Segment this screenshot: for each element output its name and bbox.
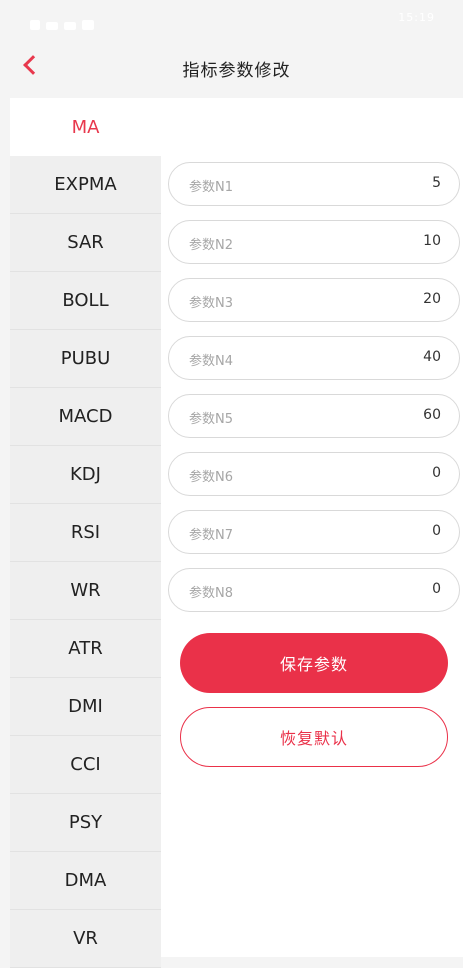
param-label: 参数N7 xyxy=(189,528,233,543)
param-n7-field[interactable]: 参数N7 0 xyxy=(168,510,460,554)
param-value[interactable]: 5 xyxy=(432,175,441,191)
param-value[interactable]: 20 xyxy=(423,291,441,307)
param-label: 参数N5 xyxy=(189,412,233,427)
sidebar-item-rsi[interactable]: RSI xyxy=(10,504,161,562)
header: 指标参数修改 xyxy=(10,38,463,98)
signal-icons xyxy=(30,11,120,30)
param-n4-field[interactable]: 参数N4 40 xyxy=(168,336,460,380)
sidebar-item-expma[interactable]: EXPMA xyxy=(10,156,161,214)
param-n5-field[interactable]: 参数N5 60 xyxy=(168,394,460,438)
save-params-button[interactable]: 保存参数 xyxy=(180,633,448,693)
sidebar-item-atr[interactable]: ATR xyxy=(10,620,161,678)
sidebar-item-kdj[interactable]: KDJ xyxy=(10,446,161,504)
param-label: 参数N3 xyxy=(189,296,233,311)
status-time: 15:19 xyxy=(398,11,435,24)
param-label: 参数N8 xyxy=(189,586,233,601)
content: MA EXPMA SAR BOLL PUBU MACD KDJ RSI WR A… xyxy=(10,98,463,968)
sidebar-item-ma[interactable]: MA xyxy=(10,98,161,156)
sidebar-item-psy[interactable]: PSY xyxy=(10,794,161,852)
param-label: 参数N2 xyxy=(189,238,233,253)
page-title: 指标参数修改 xyxy=(182,61,291,81)
param-value[interactable]: 40 xyxy=(423,349,441,365)
sidebar-item-vr[interactable]: VR xyxy=(10,910,161,968)
param-value[interactable]: 0 xyxy=(432,465,441,481)
param-n2-field[interactable]: 参数N2 10 xyxy=(168,220,460,264)
sidebar-item-cci[interactable]: CCI xyxy=(10,736,161,794)
param-value[interactable]: 0 xyxy=(432,523,441,539)
param-n6-field[interactable]: 参数N6 0 xyxy=(168,452,460,496)
status-bar: 15:19 xyxy=(0,0,463,38)
sidebar-item-pubu[interactable]: PUBU xyxy=(10,330,161,388)
sidebar-item-dmi[interactable]: DMI xyxy=(10,678,161,736)
sidebar-item-boll[interactable]: BOLL xyxy=(10,272,161,330)
indicator-sidebar: MA EXPMA SAR BOLL PUBU MACD KDJ RSI WR A… xyxy=(10,98,161,968)
sidebar-item-sar[interactable]: SAR xyxy=(10,214,161,272)
param-value[interactable]: 60 xyxy=(423,407,441,423)
param-label: 参数N4 xyxy=(189,354,233,369)
param-n1-field[interactable]: 参数N1 5 xyxy=(168,162,460,206)
param-n3-field[interactable]: 参数N3 20 xyxy=(168,278,460,322)
sidebar-item-macd[interactable]: MACD xyxy=(10,388,161,446)
param-label: 参数N1 xyxy=(189,180,233,195)
restore-default-button[interactable]: 恢复默认 xyxy=(180,707,448,767)
param-n8-field[interactable]: 参数N8 0 xyxy=(168,568,460,612)
param-value[interactable]: 0 xyxy=(432,581,441,597)
sidebar-item-wr[interactable]: WR xyxy=(10,562,161,620)
param-value[interactable]: 10 xyxy=(423,233,441,249)
param-label: 参数N6 xyxy=(189,470,233,485)
sidebar-item-dma[interactable]: DMA xyxy=(10,852,161,910)
